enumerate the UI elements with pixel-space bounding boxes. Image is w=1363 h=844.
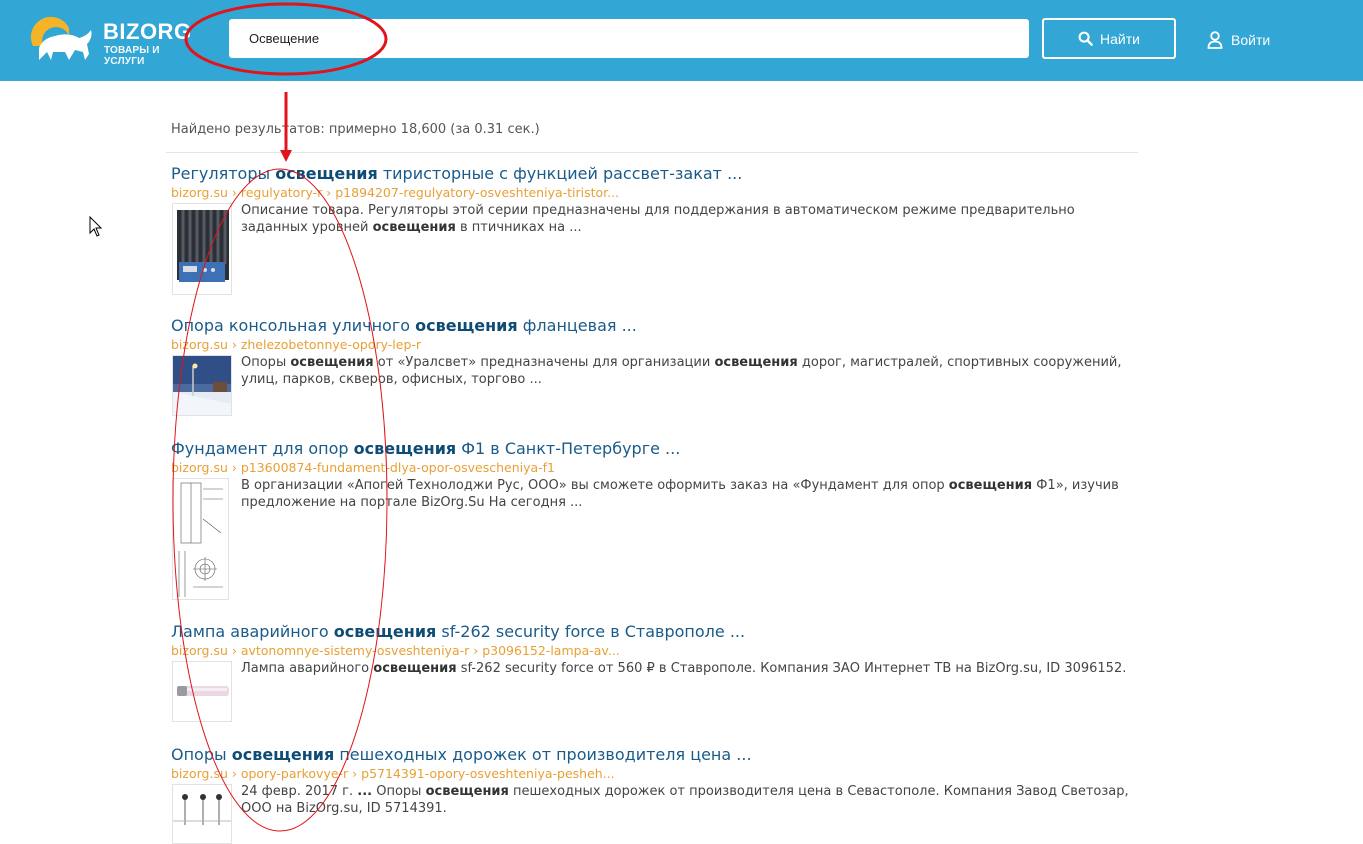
logo-tagline: ТОВАРЫ И УСЛУГИ [104,45,160,67]
login-link[interactable]: Войти [1207,29,1270,51]
result-url[interactable]: bizorg.su › p13600874-fundament-dlya-opo… [171,459,1131,476]
regulator-device-image [177,210,229,282]
result-title-link[interactable]: Фундамент для опор освещения Ф1 в Санкт-… [171,439,1131,459]
search-result: Опоры освещения пешеходных дорожек от пр… [171,745,1131,844]
result-url[interactable]: bizorg.su › avtonomnye-sistemy-osveshten… [171,642,1131,659]
result-thumbnail[interactable] [172,478,229,600]
bison-logo-icon [30,16,92,60]
result-snippet: Опоры освещения от «Уралсвет» предназнач… [241,355,1122,387]
walkway-lamp-image [173,785,231,843]
result-title-link[interactable]: Опора консольная уличного освещения флан… [171,316,1131,336]
user-icon [1207,31,1223,49]
logo-name: BIZORG [103,19,192,44]
emergency-lamp-image [173,662,231,721]
result-title-link[interactable]: Лампа аварийного освещения sf-262 securi… [171,622,1131,642]
result-url[interactable]: bizorg.su › opory-parkovye-r › p5714391-… [171,765,1131,782]
site-logo[interactable]: BIZORG ТОВАРЫ И УСЛУГИ [29,16,199,67]
foundation-drawing-image [173,479,228,599]
result-url[interactable]: bizorg.su › regulyatory-r › p1894207-reg… [171,184,1131,201]
result-thumbnail[interactable] [172,661,232,722]
mouse-cursor-icon [89,216,103,237]
search-result: Фундамент для опор освещения Ф1 в Санкт-… [171,439,1131,600]
results-count: Найдено результатов: примерно 18,600 (за… [171,122,540,137]
search-result: Опора консольная уличного освещения флан… [171,316,1131,416]
result-thumbnail[interactable] [172,355,232,416]
search-input[interactable] [229,19,1029,58]
result-snippet: Лампа аварийного освещения sf-262 securi… [241,661,1127,676]
top-header: BIZORG ТОВАРЫ И УСЛУГИ Найти Войти [0,0,1363,81]
result-title-link[interactable]: Опоры освещения пешеходных дорожек от пр… [171,745,1131,765]
search-button[interactable]: Найти [1042,18,1176,59]
search-button-label: Найти [1100,30,1140,47]
street-lamp-image [173,356,231,415]
result-thumbnail[interactable] [172,203,232,295]
divider [166,152,1138,153]
result-snippet: Описание товара. Регуляторы этой серии п… [241,203,1075,235]
result-snippet: 24 февр. 2017 г. ... Опоры освещения пеш… [241,784,1129,816]
search-result: Регуляторы освещения тиристорные с функц… [171,164,1131,295]
result-thumbnail[interactable] [172,784,232,844]
result-snippet: В организации «Апогей Технолоджи Рус, ОО… [241,478,1119,510]
search-icon [1078,31,1093,46]
result-title-link[interactable]: Регуляторы освещения тиристорные с функц… [171,164,1131,184]
result-url[interactable]: bizorg.su › zhelezobetonnye-opory-lep-r [171,336,1131,353]
login-label: Войти [1231,32,1271,48]
search-result: Лампа аварийного освещения sf-262 securi… [171,622,1131,722]
